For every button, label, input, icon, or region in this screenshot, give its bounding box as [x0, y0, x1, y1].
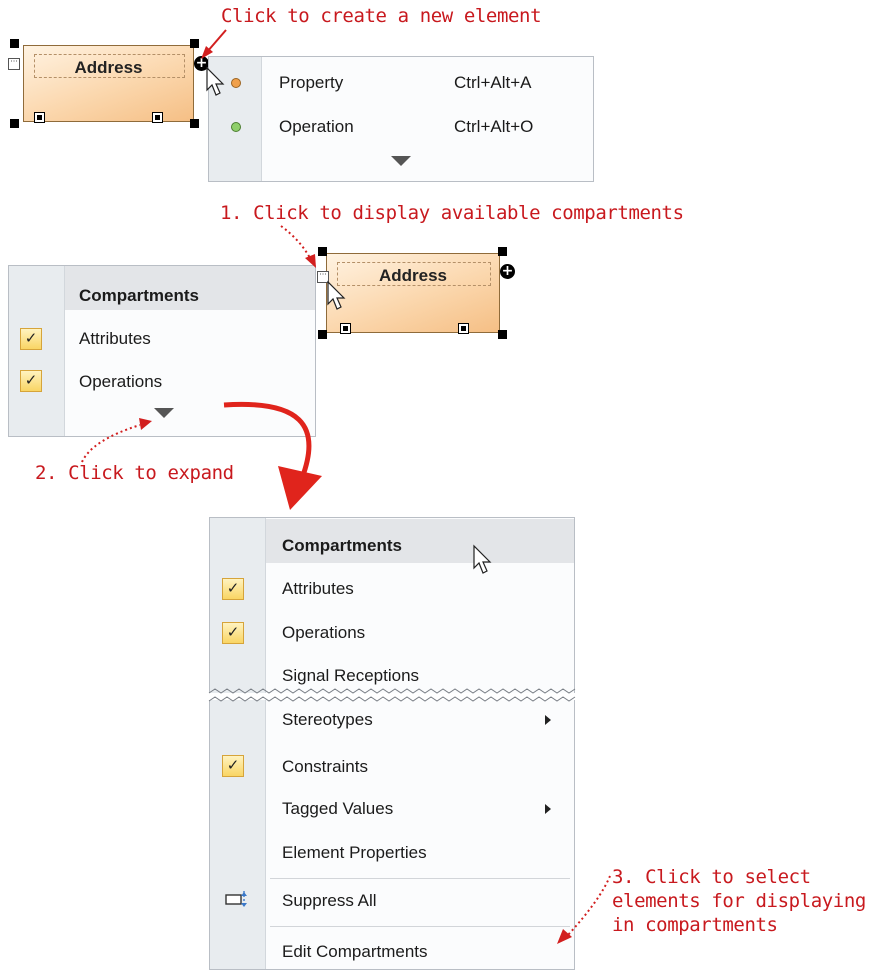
arrow-display-compartments [280, 225, 316, 268]
arrow-create-element [201, 29, 227, 59]
overlay-graphics [81, 29, 611, 944]
big-curved-arrow [223, 401, 322, 510]
mouse-cursor-icon [473, 544, 492, 574]
mouse-cursor-icon [206, 66, 225, 96]
arrow-edit-compartments [557, 875, 611, 944]
menu-tear-zigzag [208, 688, 576, 702]
arrow-expand-dotted [81, 418, 152, 463]
mouse-cursor-icon [327, 280, 346, 310]
